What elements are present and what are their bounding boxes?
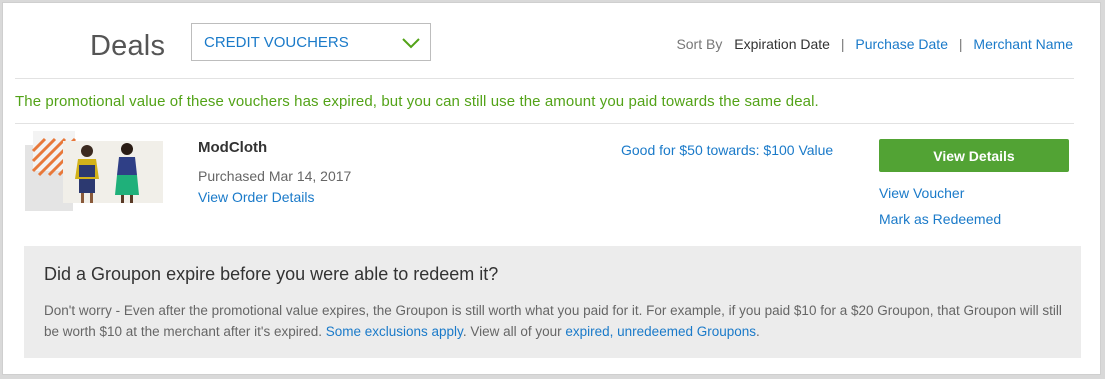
sort-option-purchase-date[interactable]: Purchase Date xyxy=(855,36,948,52)
chevron-down-icon xyxy=(402,38,420,49)
info-text: . xyxy=(756,324,760,339)
sort-by-label: Sort By xyxy=(676,36,723,52)
expired-groupons-link[interactable]: expired, unredeemed Groupons xyxy=(565,324,756,339)
view-voucher-link[interactable]: View Voucher xyxy=(879,185,964,201)
info-body: Don't worry - Even after the promotional… xyxy=(44,300,1064,342)
sort-option-expiration-date[interactable]: Expiration Date xyxy=(734,36,830,52)
exclusions-link[interactable]: Some exclusions apply xyxy=(326,324,463,339)
sort-bar: Sort By Expiration Date | Purchase Date … xyxy=(676,36,1073,52)
view-details-button[interactable]: View Details xyxy=(879,139,1069,172)
merchant-name: ModCloth xyxy=(198,139,268,156)
deals-page: Deals CREDIT VOUCHERS Sort By Expiration… xyxy=(2,2,1101,375)
view-order-details-link[interactable]: View Order Details xyxy=(198,189,314,205)
sort-separator: | xyxy=(958,36,963,52)
divider xyxy=(15,123,1074,124)
divider xyxy=(15,78,1074,79)
mark-as-redeemed-link[interactable]: Mark as Redeemed xyxy=(879,211,1001,227)
purchase-date: Purchased Mar 14, 2017 xyxy=(198,168,352,184)
expired-info-panel: Did a Groupon expire before you were abl… xyxy=(24,246,1081,358)
dropdown-selected-value: CREDIT VOUCHERS xyxy=(204,34,349,51)
sort-separator: | xyxy=(840,36,845,52)
info-text: . View all of your xyxy=(462,324,566,339)
page-title: Deals xyxy=(90,30,166,62)
sort-option-merchant-name[interactable]: Merchant Name xyxy=(973,36,1073,52)
voucher-type-dropdown[interactable]: CREDIT VOUCHERS xyxy=(191,23,431,61)
deal-thumbnail-image xyxy=(25,131,163,211)
deal-value-text: Good for $50 towards: $100 Value xyxy=(621,142,834,158)
expired-notice: The promotional value of these vouchers … xyxy=(15,93,819,110)
info-heading: Did a Groupon expire before you were abl… xyxy=(44,264,499,284)
